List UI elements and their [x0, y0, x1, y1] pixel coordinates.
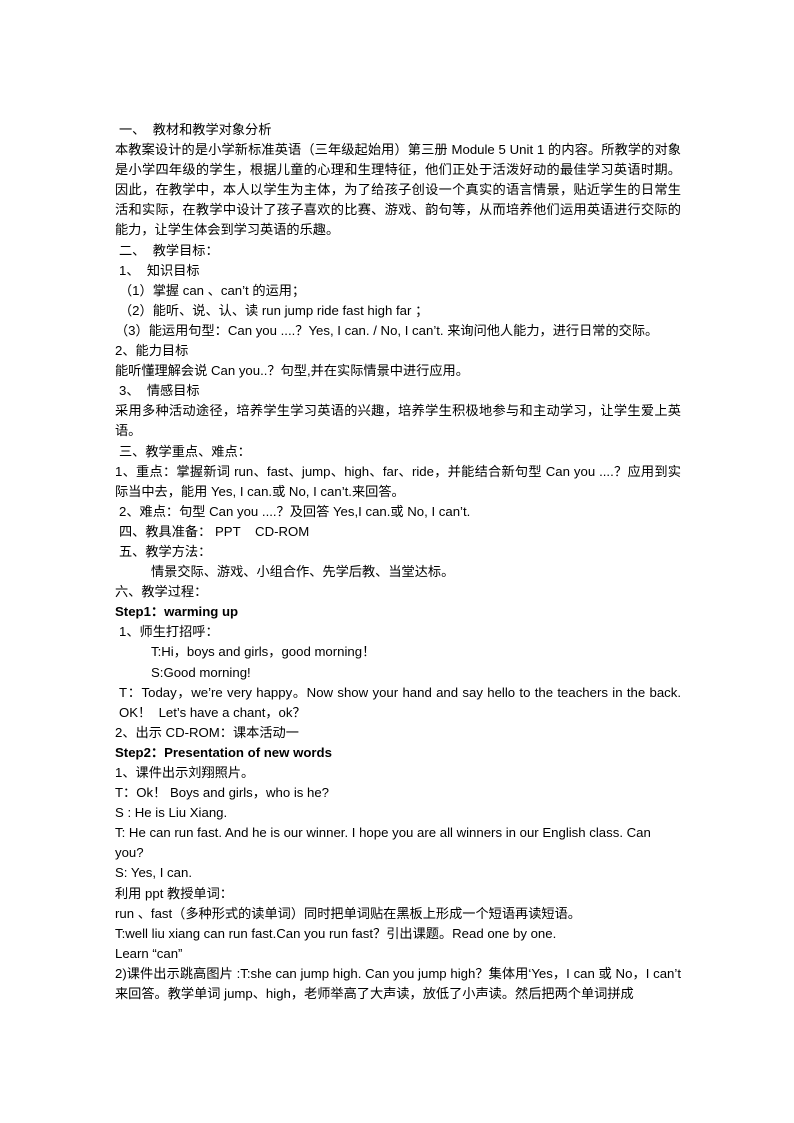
difficult-point-detail: 2、难点：句型 Can you ....？及回答 Yes,I can.或 No,… [119, 503, 471, 519]
goal-item-1: （1）掌握 can 、can’t 的运用； [119, 282, 306, 298]
dialogue-student-greeting: S:Good morning! [151, 664, 251, 680]
heading-section-five-teaching-methods: 五、教学方法： [119, 543, 212, 559]
ability-goal-detail: 能听懂理解会说 Can you..？句型,并在实际情景中进行应用。 [115, 363, 469, 379]
heading-section-three: 三、教学重点、难点： [119, 443, 251, 459]
key-point-detail: 1、重点：掌握新词 run、fast、jump、high、far、ride，并能… [115, 463, 681, 499]
ppt-teaching-words-label: 利用 ppt 教授单词： [115, 885, 233, 901]
heading-section-four-teaching-aids: 四、教具准备： PPT CD-ROM [119, 523, 310, 539]
teaching-methods-detail: 情景交际、游戏、小组合作、先学后教、当堂达标。 [151, 564, 455, 580]
dialogue-teacher-greeting: T:Hi，boys and girls，good morning！ [151, 644, 376, 660]
document-body: 一、 教材和教学对象分析 本教案设计的是小学新标准英语（三年级起始用）第三册 M… [115, 120, 681, 1004]
goal-item-3: （3）能运用句型：Can you ....？Yes, I can. / No, … [115, 322, 659, 338]
goal-item-2: （2）能听、说、认、读 run jump ride fast high far … [119, 302, 429, 318]
subheading-ability-goal: 2、能力目标 [115, 343, 189, 359]
heading-section-one: 一、 教材和教学对象分析 [119, 122, 272, 137]
dialogue-teacher-run-fast: T:well liu xiang can run fast.Can you ru… [115, 925, 557, 941]
paragraph-teaching-material-analysis: 本教案设计的是小学新标准英语（三年级起始用）第三册 Module 5 Unit … [115, 142, 681, 238]
heading-section-two: 二、 教学目标： [119, 242, 219, 258]
dialogue-teacher-today: T：Today，we’re very happy。Now show your h… [119, 684, 700, 720]
step2-item-2-jump-high: 2)课件出示跳高图片 :T:she can jump high. Can you… [115, 965, 685, 1002]
subheading-knowledge-goal: 1、 知识目标 [119, 262, 200, 278]
document-page: 一、 教材和教学对象分析 本教案设计的是小学新标准英语（三年级起始用）第三册 M… [0, 0, 794, 1123]
dialogue-teacher-winner: T: He can run fast. And he is our winner… [115, 825, 655, 861]
step1-item-1: 1、师生打招呼： [119, 624, 219, 640]
subheading-emotion-goal: 3、 情感目标 [119, 383, 200, 399]
words-run-fast-detail: run 、fast（多种形式的读单词）同时把单词贴在黑板上形成一个短语再读短语。 [115, 905, 581, 921]
dialogue-student-liu-xiang: S : He is Liu Xiang. [115, 805, 228, 821]
step1-heading: Step1：warming up [115, 604, 239, 620]
emotion-goal-detail: 采用多种活动途径，培养学生学习英语的兴趣，培养学生积极地参与和主动学习，让学生爱… [115, 403, 681, 439]
step2-heading: Step2：Presentation of new words [115, 744, 332, 760]
step1-item-2-cdrom: 2、出示 CD-ROM：课本活动一 [115, 724, 299, 740]
dialogue-student-yes-i-can: S: Yes, I can. [115, 865, 192, 881]
heading-section-six-teaching-process: 六、教学过程： [115, 584, 208, 600]
dialogue-teacher-who-is-he: T：Ok！ Boys and girls，who is he? [115, 785, 330, 801]
learn-can-label: Learn “can” [115, 945, 183, 961]
step2-item-1: 1、课件出示刘翔照片。 [115, 765, 255, 780]
